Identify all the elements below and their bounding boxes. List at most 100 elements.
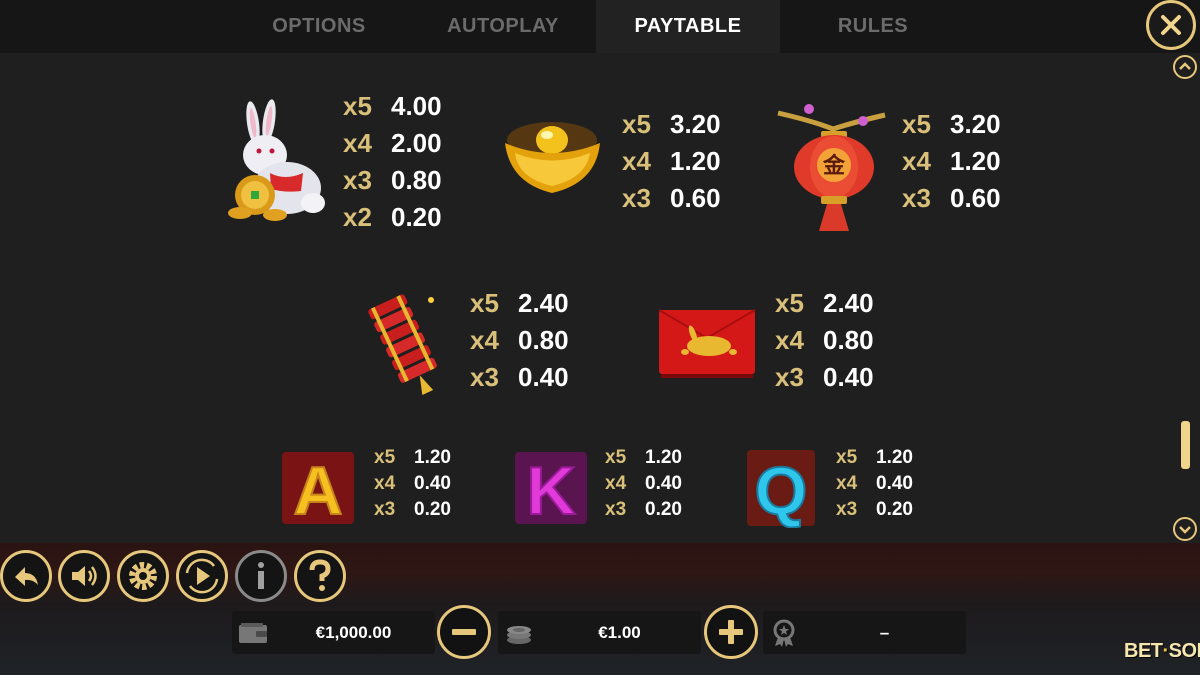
multiplier: x5 <box>374 447 396 468</box>
letter-k-glyph: K <box>526 453 575 526</box>
firecrackers-paytable: x5 2.40 x4 0.80 x3 0.40 <box>470 285 569 396</box>
scroll-up-button[interactable] <box>1173 55 1197 79</box>
pay-row: x5 1.20 <box>605 445 682 471</box>
close-button[interactable] <box>1146 0 1196 50</box>
pay-row: x5 3.20 <box>902 106 1001 143</box>
betsoft-logo: BET·SOFT <box>1124 640 1200 663</box>
tab-autoplay[interactable]: AUTOPLAY <box>412 0 594 53</box>
increase-bet-button[interactable] <box>704 605 758 659</box>
letter-k-symbol-icon: K <box>515 452 587 526</box>
gold-ingot-paytable: x5 3.20 x4 1.20 x3 0.60 <box>622 106 721 217</box>
red-envelope-paytable: x5 2.40 x4 0.80 x3 0.40 <box>775 285 874 396</box>
payout: 0.20 <box>645 499 682 520</box>
multiplier: x5 <box>470 288 499 318</box>
multiplier: x5 <box>836 447 858 468</box>
logo-text-right: SOFT <box>1168 640 1200 662</box>
payout: 1.20 <box>670 146 721 176</box>
multiplier: x3 <box>622 183 651 213</box>
letter-a-symbol-icon: A <box>282 452 354 526</box>
multiplier: x4 <box>775 325 804 355</box>
payout: 2.40 <box>823 288 874 318</box>
payout: 1.20 <box>414 447 451 468</box>
payout: 0.20 <box>414 499 451 520</box>
rabbit-paytable: x5 4.00 x4 2.00 x3 0.80 x2 0.20 <box>343 88 442 236</box>
pay-row: x4 2.00 <box>343 125 442 162</box>
settings-button[interactable] <box>117 550 169 602</box>
payout: 2.40 <box>518 288 569 318</box>
chevron-up-icon <box>1179 62 1191 70</box>
payout: 0.60 <box>950 183 1001 213</box>
multiplier: x3 <box>902 183 931 213</box>
payout: 2.00 <box>391 128 442 158</box>
pay-row: x3 0.60 <box>902 180 1001 217</box>
payout: 3.20 <box>950 109 1001 139</box>
pay-row: x4 0.40 <box>605 471 682 497</box>
pay-row: x4 1.20 <box>902 143 1001 180</box>
multiplier: x3 <box>605 499 627 520</box>
tab-rules[interactable]: RULES <box>782 0 964 53</box>
plus-icon <box>719 620 743 644</box>
multiplier: x2 <box>343 202 372 232</box>
tab-paytable[interactable]: PAYTABLE <box>596 0 780 53</box>
multiplier: x3 <box>374 499 396 520</box>
pay-row: x5 3.20 <box>622 106 721 143</box>
multiplier: x4 <box>374 473 396 494</box>
pay-row: x3 0.40 <box>775 359 874 396</box>
lantern-symbol-icon: 金 <box>777 104 886 231</box>
pay-row: x4 0.80 <box>470 322 569 359</box>
award-icon <box>773 619 795 647</box>
pay-row: x3 0.20 <box>836 497 913 523</box>
pay-row: x3 0.80 <box>343 162 442 199</box>
payout: 1.20 <box>950 146 1001 176</box>
letter-a-glyph: A <box>293 453 342 526</box>
paytable-panel: x5 4.00 x4 2.00 x3 0.80 x2 0.20 x5 3.20 x4 1.2… <box>0 53 1170 543</box>
bet-value: €1.00 <box>598 623 641 642</box>
pay-row: x4 0.40 <box>374 471 451 497</box>
multiplier: x4 <box>470 325 499 355</box>
payout: 0.20 <box>876 499 913 520</box>
speaker-icon <box>72 566 97 586</box>
sound-button[interactable] <box>58 550 110 602</box>
multiplier: x5 <box>343 91 372 121</box>
letter-k-paytable: x5 1.20 x4 0.40 x3 0.20 <box>605 445 682 523</box>
payout: 0.40 <box>414 473 451 494</box>
win-field: – <box>763 611 966 654</box>
payout: 0.40 <box>876 473 913 494</box>
pay-row: x4 1.20 <box>622 143 721 180</box>
pay-row: x5 1.20 <box>374 445 451 471</box>
pay-row: x5 4.00 <box>343 88 442 125</box>
question-mark-icon <box>309 559 331 591</box>
pay-row: x3 0.20 <box>605 497 682 523</box>
payout: 0.60 <box>670 183 721 213</box>
decrease-bet-button[interactable] <box>437 605 491 659</box>
letter-q-paytable: x5 1.20 x4 0.40 x3 0.20 <box>836 445 913 523</box>
help-button[interactable] <box>294 550 346 602</box>
letter-a-paytable: x5 1.20 x4 0.40 x3 0.20 <box>374 445 451 523</box>
payout: 0.80 <box>518 325 569 355</box>
lantern-glyph: 金 <box>822 153 846 179</box>
pay-row: x2 0.20 <box>343 199 442 236</box>
firecrackers-symbol-icon <box>368 294 437 396</box>
multiplier: x5 <box>775 288 804 318</box>
scrollbar-thumb[interactable] <box>1181 421 1190 469</box>
pay-row: x5 1.20 <box>836 445 913 471</box>
multiplier: x5 <box>902 109 931 139</box>
logo-text-left: BET <box>1124 640 1163 662</box>
pay-row: x3 0.40 <box>470 359 569 396</box>
back-button[interactable] <box>0 550 52 602</box>
multiplier: x4 <box>622 146 651 176</box>
balance-field: €1,000.00 <box>232 611 435 654</box>
info-button[interactable] <box>235 550 287 602</box>
payout: 0.80 <box>391 165 442 195</box>
multiplier: x3 <box>775 362 804 392</box>
autoplay-button[interactable] <box>176 550 228 602</box>
payout: 1.20 <box>876 447 913 468</box>
multiplier: x5 <box>605 447 627 468</box>
tab-options[interactable]: OPTIONS <box>228 0 410 53</box>
rabbit-symbol-icon <box>228 99 325 221</box>
scroll-down-button[interactable] <box>1173 517 1197 541</box>
info-icon <box>258 562 264 589</box>
multiplier: x4 <box>902 146 931 176</box>
pay-row: x4 0.80 <box>775 322 874 359</box>
wallet-icon <box>239 623 267 643</box>
